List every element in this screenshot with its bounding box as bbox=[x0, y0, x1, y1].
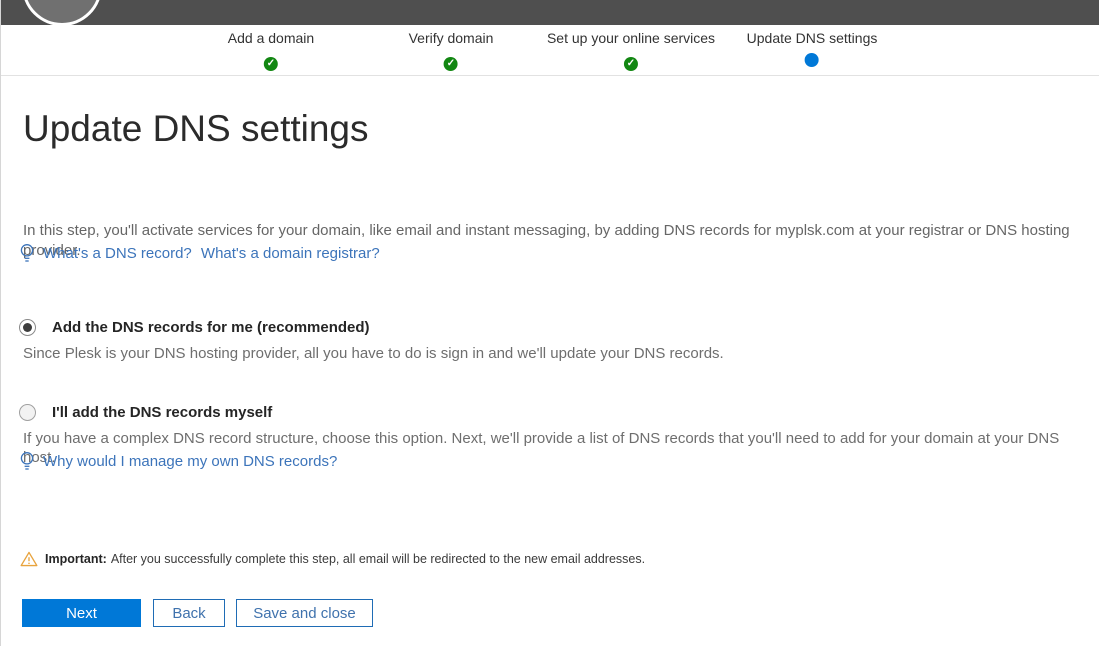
next-button[interactable]: Next bbox=[22, 599, 141, 627]
check-icon: ✓ bbox=[624, 57, 638, 71]
option-description: Since Plesk is your DNS hosting provider… bbox=[23, 344, 1091, 363]
wizard-steps-header: Add a domain ✓ Verify domain ✓ Set up yo… bbox=[1, 25, 1099, 76]
important-warning: Important: After you successfully complet… bbox=[20, 551, 645, 567]
option-label: Add the DNS records for me (recommended) bbox=[52, 319, 370, 336]
option-add-records-myself[interactable]: I'll add the DNS records myself bbox=[19, 404, 272, 421]
help-row-manage-own-dns: Why would I manage my own DNS records? bbox=[19, 451, 337, 472]
lightbulb-icon bbox=[19, 243, 35, 264]
radio-selected-icon[interactable] bbox=[19, 319, 36, 336]
step-label: Update DNS settings bbox=[747, 30, 878, 46]
check-icon: ✓ bbox=[264, 57, 278, 71]
step-label: Set up your online services bbox=[547, 30, 715, 46]
lightbulb-icon bbox=[19, 451, 35, 472]
option-label: I'll add the DNS records myself bbox=[52, 404, 272, 421]
avatar[interactable] bbox=[22, 0, 102, 26]
step-update-dns-settings: Update DNS settings bbox=[747, 30, 878, 72]
step-verify-domain: Verify domain ✓ bbox=[409, 30, 494, 71]
current-step-dot-icon bbox=[805, 53, 819, 67]
radio-unselected-icon[interactable] bbox=[19, 404, 36, 421]
top-bar bbox=[1, 0, 1099, 25]
save-and-close-button[interactable]: Save and close bbox=[236, 599, 373, 627]
why-manage-own-dns-link[interactable]: Why would I manage my own DNS records? bbox=[43, 453, 337, 470]
step-label: Verify domain bbox=[409, 30, 494, 46]
warning-text: After you successfully complete this ste… bbox=[111, 552, 645, 566]
back-button[interactable]: Back bbox=[153, 599, 225, 627]
warning-icon bbox=[20, 551, 38, 567]
help-row-dns-record: What's a DNS record? What's a domain reg… bbox=[19, 243, 380, 264]
step-set-up-online-services: Set up your online services ✓ bbox=[547, 30, 715, 71]
warning-label: Important: bbox=[45, 552, 107, 566]
whats-domain-registrar-link[interactable]: What's a domain registrar? bbox=[201, 245, 380, 262]
page-title: Update DNS settings bbox=[23, 108, 369, 150]
check-icon: ✓ bbox=[444, 57, 458, 71]
action-buttons: Next Back Save and close bbox=[22, 599, 373, 627]
step-label: Add a domain bbox=[228, 30, 314, 46]
update-dns-settings-page: Add a domain ✓ Verify domain ✓ Set up yo… bbox=[0, 0, 1099, 646]
whats-dns-record-link[interactable]: What's a DNS record? bbox=[43, 245, 192, 262]
option-add-records-for-me[interactable]: Add the DNS records for me (recommended) bbox=[19, 319, 370, 336]
step-add-a-domain: Add a domain ✓ bbox=[228, 30, 314, 71]
